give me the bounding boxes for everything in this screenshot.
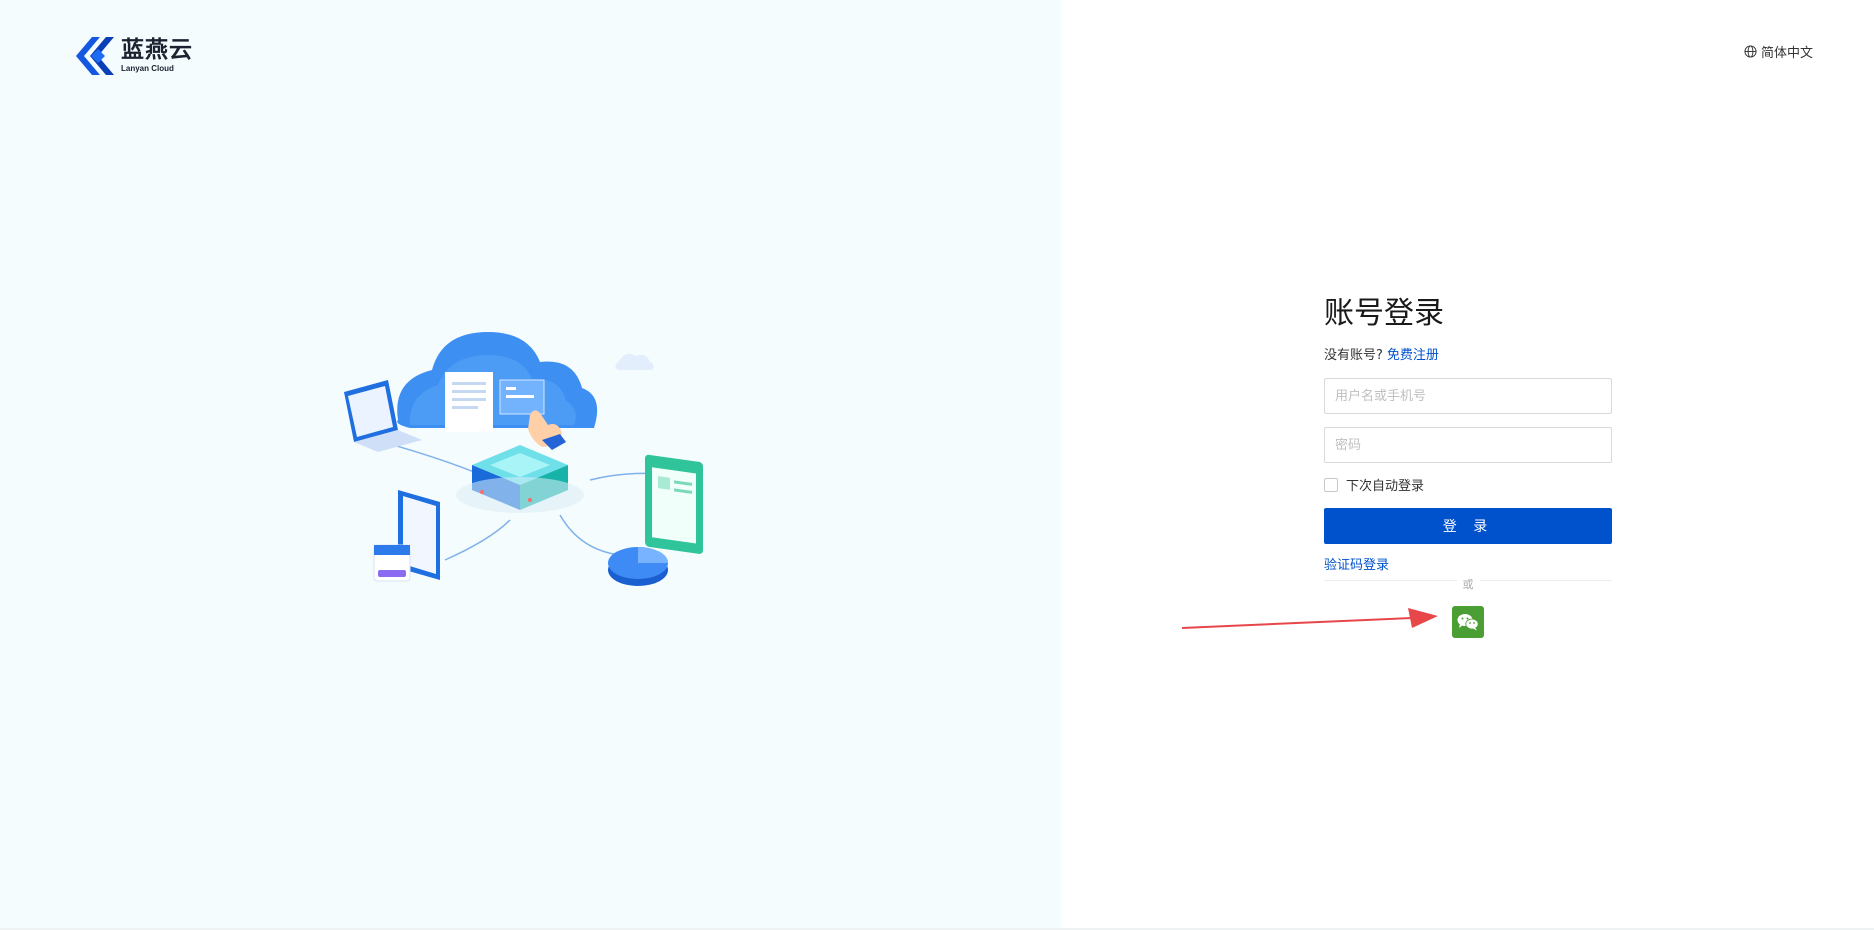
password-input[interactable]: [1324, 427, 1612, 463]
or-divider: 或: [1324, 573, 1612, 591]
login-page: 蓝燕云 Lanyan Cloud 简体中文 账号登录 没有账号? 免费注册 用户…: [0, 0, 1874, 930]
no-account-text: 没有账号?: [1324, 348, 1383, 363]
logo-text: 蓝燕云 Lanyan Cloud: [121, 39, 193, 73]
login-button[interactable]: 登 录: [1324, 508, 1612, 544]
login-title: 账号登录: [1324, 296, 1444, 331]
brand-logo[interactable]: 蓝燕云 Lanyan Cloud: [74, 35, 193, 77]
login-form: 账号登录 没有账号? 免费注册 下次自动登录 登 录 验证码登录 或: [1324, 292, 1612, 591]
register-prompt: 没有账号? 免费注册: [1324, 344, 1612, 363]
username-input[interactable]: [1324, 378, 1612, 414]
sms-login-link[interactable]: 验证码登录: [1324, 554, 1389, 573]
wechat-icon: [1457, 614, 1479, 631]
remember-me[interactable]: 下次自动登录: [1324, 475, 1612, 494]
remember-checkbox[interactable]: [1324, 477, 1338, 492]
brand-name-en: Lanyan Cloud: [121, 64, 174, 73]
language-switcher[interactable]: 简体中文: [1744, 42, 1813, 61]
annotation-arrow: [1181, 608, 1438, 629]
remember-label: 下次自动登录: [1346, 479, 1425, 494]
globe-icon: [1744, 45, 1757, 58]
brand-name-cn: 蓝燕云: [121, 37, 193, 63]
left-panel: 蓝燕云 Lanyan Cloud: [0, 0, 1061, 930]
lanyan-logo-icon: [76, 37, 114, 75]
language-label: 简体中文: [1760, 46, 1813, 61]
cloud-illustration: [344, 332, 703, 586]
register-link[interactable]: 免费注册: [1387, 348, 1439, 363]
wechat-login-button[interactable]: [1452, 606, 1484, 638]
divider-text: 或: [1456, 578, 1480, 591]
